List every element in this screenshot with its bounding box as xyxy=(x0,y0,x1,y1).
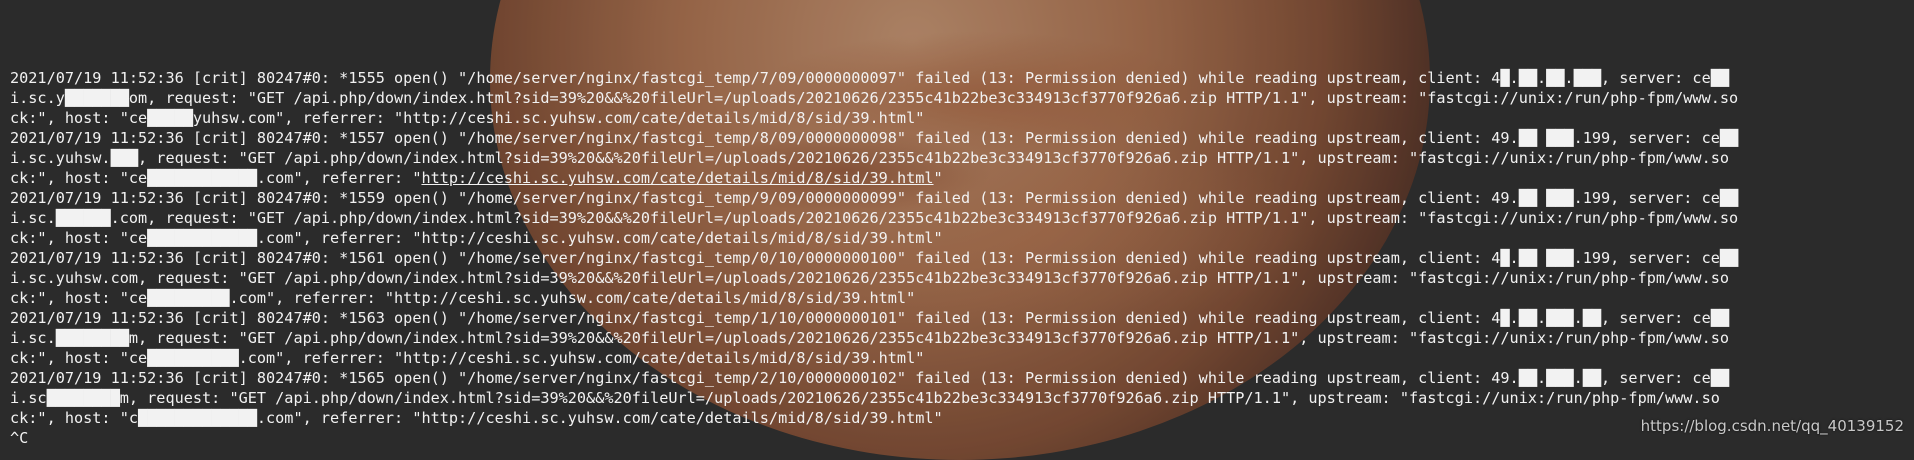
log-text: " xyxy=(933,169,943,187)
log-entry: 2021/07/19 11:52:36 [crit] 80247#0: *155… xyxy=(10,128,1906,188)
log-line: ck:", host: "ce█████████.com", referrer:… xyxy=(10,289,916,307)
log-line: 2021/07/19 11:52:36 [crit] 80247#0: *155… xyxy=(10,189,1739,207)
terminal-output[interactable]: 2021/07/19 11:52:36 [crit] 80247#0: *155… xyxy=(10,68,1906,448)
log-entry: 2021/07/19 11:52:36 [crit] 80247#0: *155… xyxy=(10,68,1906,128)
log-line: ck:", host: "ce█████yuhsw.com", referrer… xyxy=(10,109,925,127)
log-entry: 2021/07/19 11:52:36 [crit] 80247#0: *156… xyxy=(10,368,1906,428)
log-line: i.sc.y███████om, request: "GET /api.php/… xyxy=(10,89,1739,107)
blog-watermark: https://blog.csdn.net/qq_40139152 xyxy=(1640,417,1904,435)
log-line: i.sc.████████m, request: "GET /api.php/d… xyxy=(10,329,1730,347)
log-entry: 2021/07/19 11:52:36 [crit] 80247#0: *155… xyxy=(10,188,1906,248)
log-line: 2021/07/19 11:52:36 [crit] 80247#0: *155… xyxy=(10,129,1739,147)
log-line: ck:", host: "ce████████████.com", referr… xyxy=(10,168,1906,188)
log-line: 2021/07/19 11:52:36 [crit] 80247#0: *156… xyxy=(10,309,1730,327)
log-line: ck:", host: "ce████████████.com", referr… xyxy=(10,229,943,247)
log-line: i.sc.yuhsw.███, request: "GET /api.php/d… xyxy=(10,149,1730,167)
log-line: i.sc████████m, request: "GET /api.php/do… xyxy=(10,389,1720,407)
log-line: i.sc.██████.com, request: "GET /api.php/… xyxy=(10,209,1739,227)
log-line: 2021/07/19 11:52:36 [crit] 80247#0: *156… xyxy=(10,249,1739,267)
log-line: ck:", host: "ce██████████.com", referrer… xyxy=(10,349,925,367)
log-line: i.sc.yuhsw.com, request: "GET /api.php/d… xyxy=(10,269,1730,287)
log-text: ck:", host: "ce████████████.com", referr… xyxy=(10,169,422,187)
log-line: 2021/07/19 11:52:36 [crit] 80247#0: *155… xyxy=(10,69,1730,87)
shell-prompt[interactable]: ^C xyxy=(10,428,1906,448)
log-line: 2021/07/19 11:52:36 [crit] 80247#0: *156… xyxy=(10,369,1730,387)
log-line: ck:", host: "c█████████████.com", referr… xyxy=(10,409,943,427)
referrer-link[interactable]: http://ceshi.sc.yuhsw.com/cate/details/m… xyxy=(421,169,933,187)
log-entry: 2021/07/19 11:52:36 [crit] 80247#0: *156… xyxy=(10,248,1906,308)
log-entry: 2021/07/19 11:52:36 [crit] 80247#0: *156… xyxy=(10,308,1906,368)
